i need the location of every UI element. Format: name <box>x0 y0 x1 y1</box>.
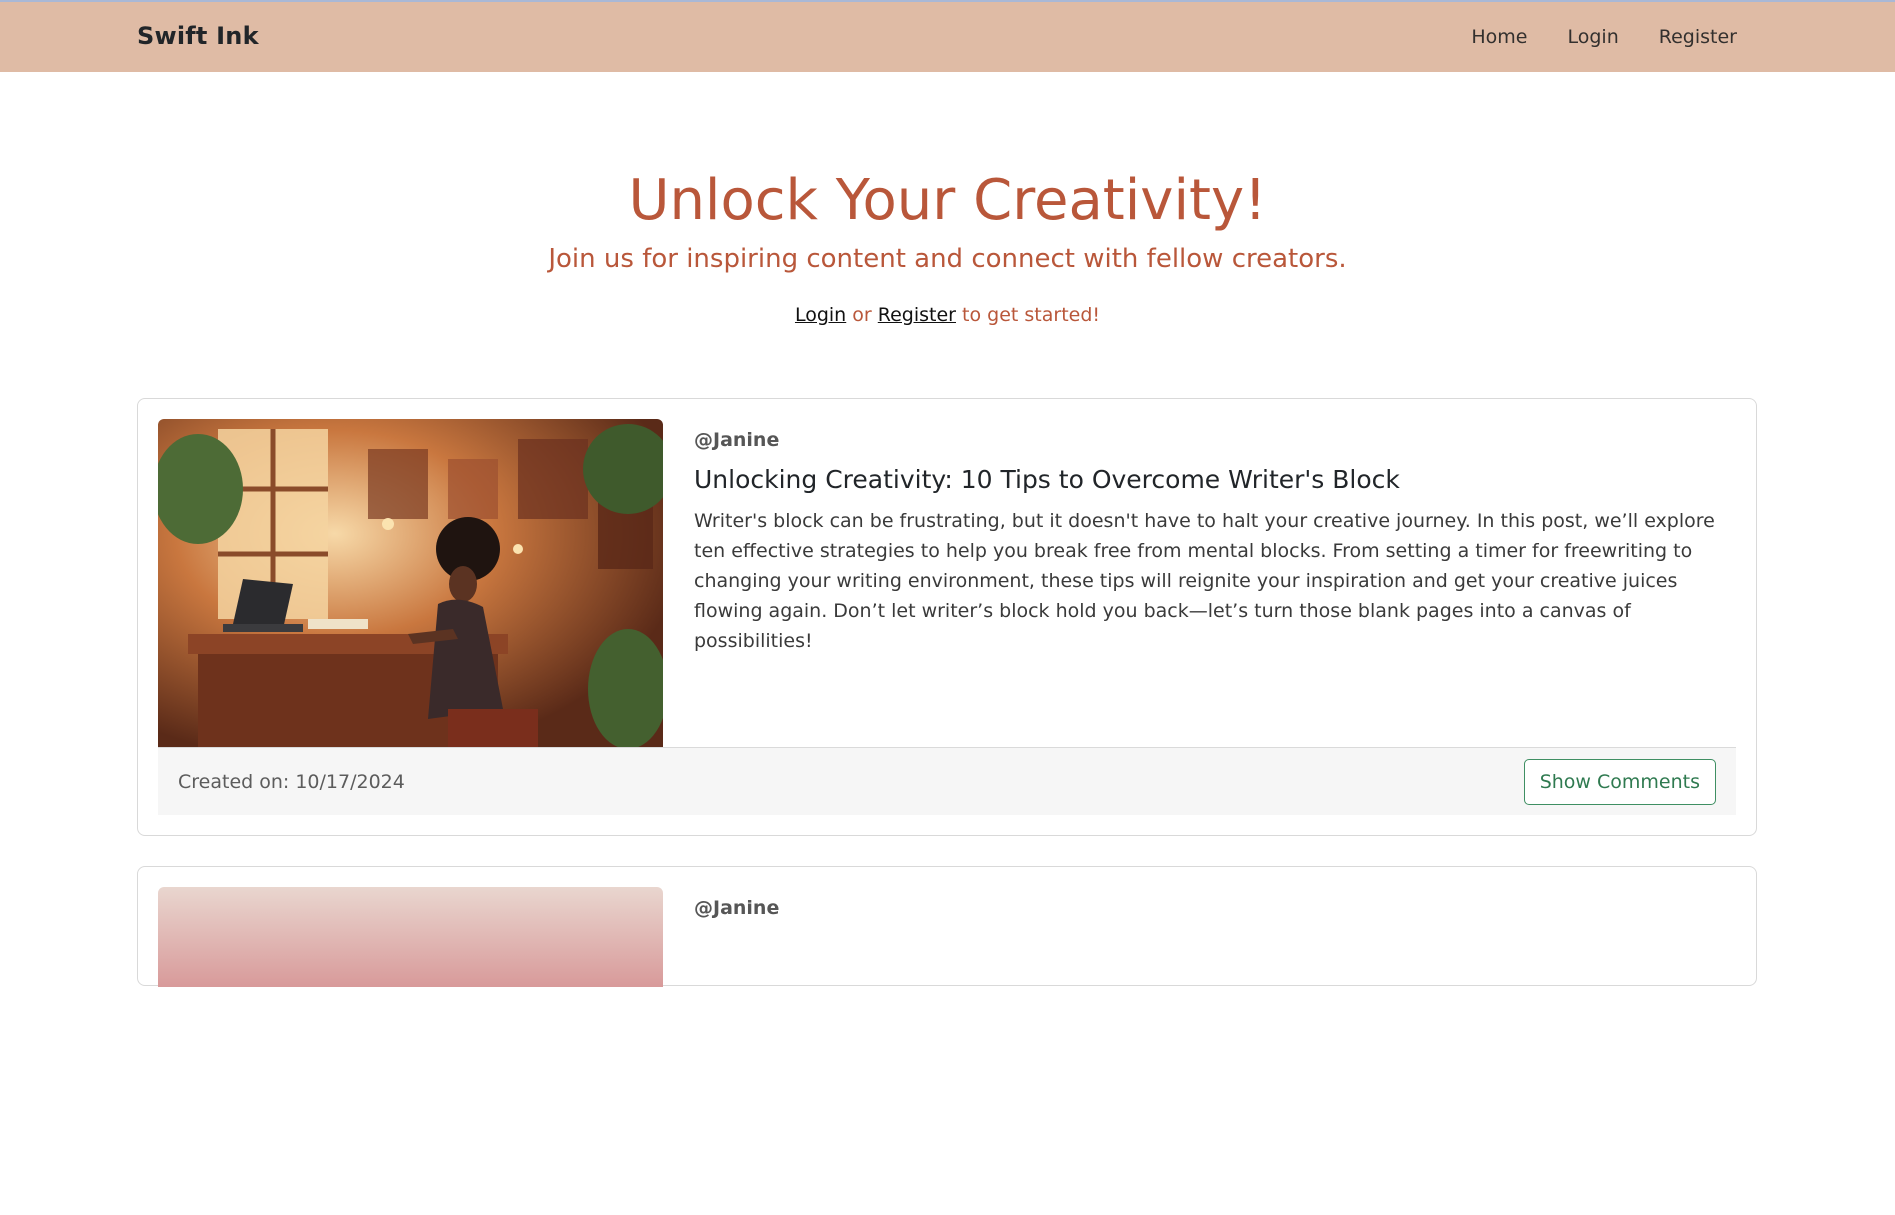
hero-subtitle: Join us for inspiring content and connec… <box>548 244 1347 274</box>
cta-tail-text: to get started! <box>962 304 1101 326</box>
nav-links: Home Login Register <box>1471 26 1737 48</box>
navbar: Swift Ink Home Login Register <box>0 2 1895 72</box>
cta-login-link[interactable]: Login <box>795 304 846 326</box>
post-image <box>158 419 663 747</box>
nav-home-link[interactable]: Home <box>1471 26 1527 48</box>
show-comments-button[interactable]: Show Comments <box>1523 759 1716 805</box>
post-card: @Janine Unlocking Creativity: 10 Tips to… <box>137 398 1757 836</box>
nav-login-link[interactable]: Login <box>1568 26 1619 48</box>
post-author[interactable]: @Janine <box>694 897 1734 919</box>
post-image <box>158 887 663 1215</box>
post-excerpt: Writer's block can be frustrating, but i… <box>694 510 1715 652</box>
post-title[interactable]: Unlocking Creativity: 10 Tips to Overcom… <box>694 465 1734 494</box>
writer-at-desk-illustration <box>158 419 663 747</box>
cta-or-text: or <box>852 304 872 326</box>
cta-register-link[interactable]: Register <box>878 304 956 326</box>
nav-register-link[interactable]: Register <box>1659 26 1737 48</box>
post-body: @Janine <box>694 897 1734 919</box>
hero-cta: Login or Register to get started! <box>0 304 1895 326</box>
post-author[interactable]: @Janine <box>694 429 1734 451</box>
hero-title: Unlock Your Creativity! <box>628 168 1267 233</box>
sunset-illustration <box>158 887 663 987</box>
post-created-date: Created on: 10/17/2024 <box>178 771 405 793</box>
brand-logo[interactable]: Swift Ink <box>137 22 259 50</box>
post-body: @Janine Unlocking Creativity: 10 Tips to… <box>694 429 1734 656</box>
post-card: @Janine <box>137 866 1757 987</box>
post-footer: Created on: 10/17/2024 Show Comments <box>158 747 1736 815</box>
